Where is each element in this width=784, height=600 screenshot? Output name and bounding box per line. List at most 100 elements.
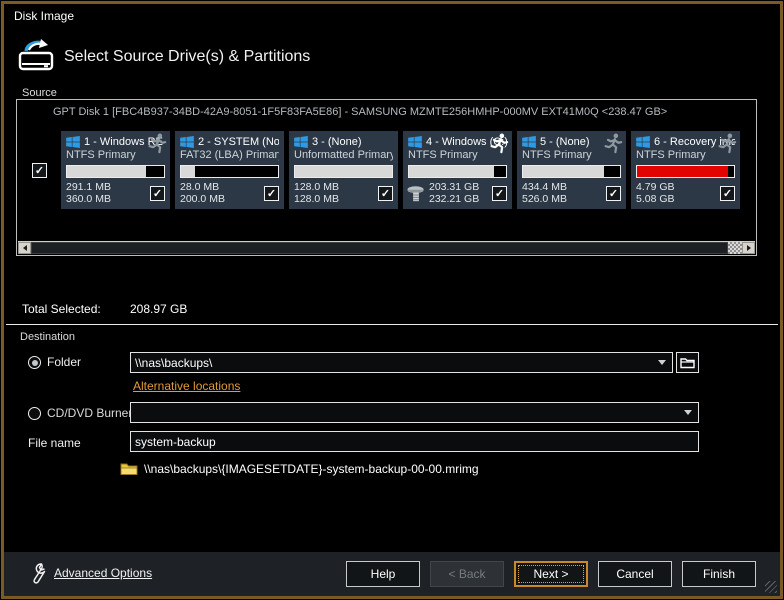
finish-button[interactable]: Finish xyxy=(682,561,756,587)
partition-checkbox[interactable]: ✓ xyxy=(378,186,393,201)
partition-usage-fill xyxy=(637,166,728,177)
partition-used-size: 4.79 GB xyxy=(636,181,675,193)
file-name-label: File name xyxy=(28,436,81,450)
partition-tile[interactable]: 4 - Windows (C:) NTFS Primary 203.31 GB … xyxy=(403,131,512,209)
partition-tile-header: 4 - Windows (C:) xyxy=(408,134,507,149)
partition-total-size: 232.21 GB xyxy=(429,193,479,205)
page-title: Select Source Drive(s) & Partitions xyxy=(64,48,310,66)
disk-header: GPT Disk 1 [FBC4B937-34BD-42A9-8051-1F5F… xyxy=(53,106,750,118)
partition-tile[interactable]: 3 - (None) Unformatted Primary 128.0 MB … xyxy=(289,131,398,209)
partition-name: 3 - (None) xyxy=(312,136,362,148)
tap-icon xyxy=(406,184,427,205)
partition-tile-footer: 203.31 GB 232.21 GB ✓ xyxy=(408,181,507,205)
running-man-icon xyxy=(145,132,168,155)
partition-tile[interactable]: 6 - Recovery image (N NTFS Primary 4.79 … xyxy=(631,131,740,209)
partition-usage-bar xyxy=(408,165,507,178)
total-selected-label: Total Selected: xyxy=(22,302,101,316)
destination-group-label: Destination xyxy=(20,331,75,343)
horizontal-scrollbar[interactable] xyxy=(18,241,755,254)
running-man-icon xyxy=(601,132,624,155)
footer-bar: Advanced Options Help < Back Next > Canc… xyxy=(4,552,780,596)
resize-grip[interactable] xyxy=(765,581,777,593)
partition-checkbox[interactable]: ✓ xyxy=(492,186,507,201)
window-border xyxy=(1,1,783,599)
partition-used-size: 203.31 GB xyxy=(429,181,479,193)
partition-total-size: 526.0 MB xyxy=(522,193,567,205)
partition-tile[interactable]: 2 - SYSTEM (Nor FAT32 (LBA) Primary 28.0… xyxy=(175,131,284,209)
cd-dvd-radio[interactable] xyxy=(28,407,41,420)
running-man-icon xyxy=(487,132,510,155)
partition-tile-footer: 28.0 MB 200.0 MB ✓ xyxy=(180,181,279,205)
folder-icon xyxy=(120,461,138,476)
partition-tile-header: 6 - Recovery image (N xyxy=(636,134,735,149)
folder-combobox[interactable]: \\nas\backups\ xyxy=(130,352,673,373)
partition-tile[interactable]: 1 - Windows RE t NTFS Primary 291.1 MB 3… xyxy=(61,131,170,209)
disk-image-dialog: Disk Image Select Source Drive(s) & Part… xyxy=(0,0,784,600)
partition-used-size: 28.0 MB xyxy=(180,181,225,193)
cancel-button[interactable]: Cancel xyxy=(598,561,672,587)
scroll-right-icon xyxy=(747,245,751,251)
partition-usage-fill xyxy=(409,166,494,177)
folder-icon xyxy=(680,356,695,369)
browse-folder-button[interactable] xyxy=(676,352,699,373)
partition-name: 2 - SYSTEM (Nor xyxy=(198,136,279,148)
partition-tile-header: 1 - Windows RE t xyxy=(66,134,165,149)
partition-usage-fill xyxy=(67,166,146,177)
folder-radio-dot xyxy=(32,360,38,366)
partition-tiles-row: ✓ 1 - Windows RE t NTFS Primary 291.1 MB… xyxy=(17,128,756,212)
partition-checkbox[interactable]: ✓ xyxy=(720,186,735,201)
partition-sizes: 434.4 MB 526.0 MB xyxy=(522,181,567,205)
help-button[interactable]: Help xyxy=(346,561,420,587)
cd-dvd-combobox[interactable] xyxy=(130,402,699,423)
partition-tile-footer: 4.79 GB 5.08 GB ✓ xyxy=(636,181,735,205)
disk-image-icon xyxy=(17,38,59,74)
partition-used-size: 291.1 MB xyxy=(66,181,111,193)
backup-file-path: \\nas\backups\{IMAGESETDATE}-system-back… xyxy=(144,462,479,476)
back-button[interactable]: < Back xyxy=(430,561,504,587)
partition-usage-fill xyxy=(523,166,604,177)
partition-tile-header: 5 - (None) xyxy=(522,134,621,149)
windows-logo-icon xyxy=(522,136,536,148)
folder-radio[interactable] xyxy=(28,356,41,369)
file-name-input[interactable] xyxy=(130,431,699,452)
next-button[interactable]: Next > xyxy=(514,561,588,587)
partition-tile-footer: 434.4 MB 526.0 MB ✓ xyxy=(522,181,621,205)
partition-tile-header: 3 - (None) xyxy=(294,134,393,149)
partition-tile[interactable]: 5 - (None) NTFS Primary 434.4 MB 526.0 M… xyxy=(517,131,626,209)
partition-total-size: 200.0 MB xyxy=(180,193,225,205)
partition-tile-footer: 291.1 MB 360.0 MB ✓ xyxy=(66,181,165,205)
partition-sizes: 203.31 GB 232.21 GB xyxy=(429,181,479,205)
partition-checkbox[interactable]: ✓ xyxy=(150,186,165,201)
alternative-locations-link[interactable]: Alternative locations xyxy=(133,379,240,393)
partition-total-size: 360.0 MB xyxy=(66,193,111,205)
partition-name: 5 - (None) xyxy=(540,136,590,148)
wrench-icon xyxy=(28,562,48,586)
windows-logo-icon xyxy=(66,136,80,148)
partition-usage-bar xyxy=(66,165,165,178)
running-man-icon xyxy=(715,132,738,155)
scrollbar-track[interactable] xyxy=(728,242,742,254)
cd-dvd-radio-label: CD/DVD Burner xyxy=(47,406,132,420)
scroll-left-icon xyxy=(23,245,27,251)
partition-checkbox[interactable]: ✓ xyxy=(264,186,279,201)
partition-usage-fill xyxy=(295,166,392,177)
chevron-down-icon[interactable] xyxy=(658,360,666,365)
advanced-options-link[interactable]: Advanced Options xyxy=(54,566,152,580)
windows-logo-icon xyxy=(636,136,650,148)
source-panel: GPT Disk 1 [FBC4B937-34BD-42A9-8051-1F5F… xyxy=(16,99,757,256)
partition-used-size: 128.0 MB xyxy=(294,181,339,193)
scrollbar-thumb[interactable] xyxy=(31,242,728,254)
partition-total-size: 128.0 MB xyxy=(294,193,339,205)
disk-checkbox[interactable]: ✓ xyxy=(32,163,47,178)
partition-usage-bar xyxy=(294,165,393,178)
partition-checkbox[interactable]: ✓ xyxy=(606,186,621,201)
scroll-left-button[interactable] xyxy=(18,242,31,254)
folder-radio-label: Folder xyxy=(47,355,81,369)
partition-used-size: 434.4 MB xyxy=(522,181,567,193)
section-divider xyxy=(6,324,778,325)
partition-usage-bar xyxy=(522,165,621,178)
total-selected-value: 208.97 GB xyxy=(130,302,187,316)
partition-tile-header: 2 - SYSTEM (Nor xyxy=(180,134,279,149)
scroll-right-button[interactable] xyxy=(742,242,755,254)
chevron-down-icon[interactable] xyxy=(684,410,692,415)
